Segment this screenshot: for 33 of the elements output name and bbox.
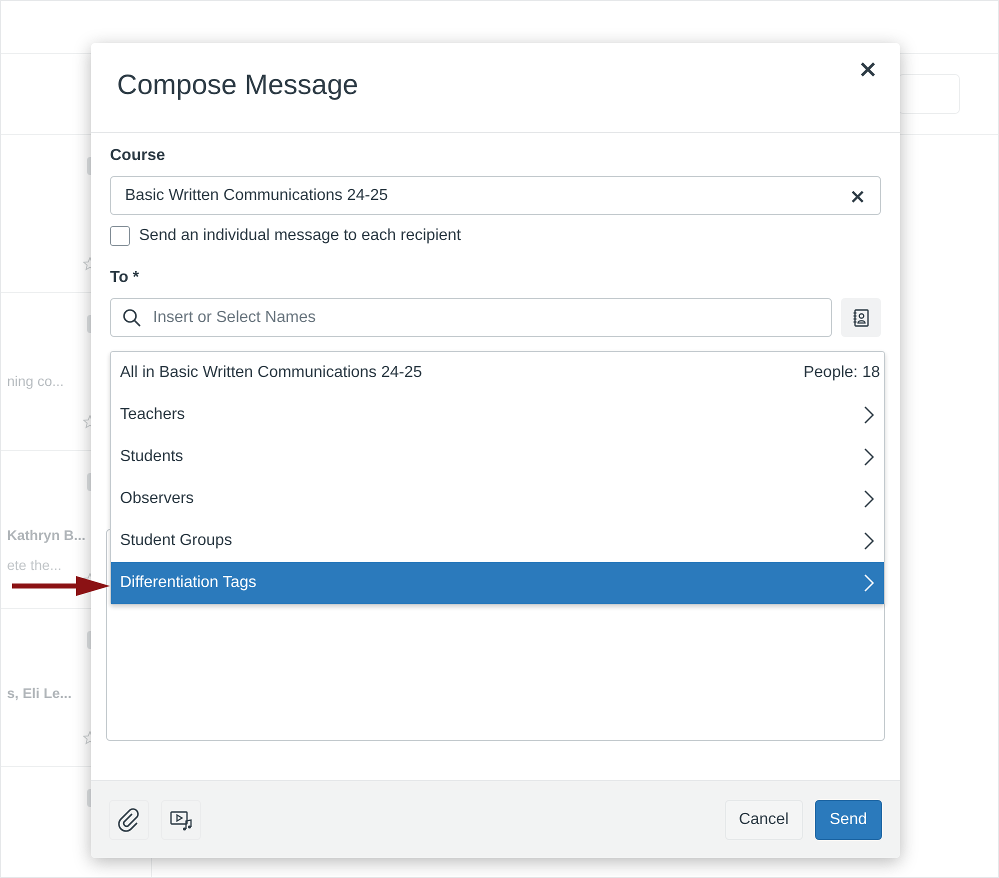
message-sender: Kathryn B... (7, 527, 86, 543)
address-book-icon (851, 308, 871, 328)
menu-item[interactable]: Student Groups (111, 520, 884, 562)
close-button[interactable]: × (854, 54, 882, 82)
media-button[interactable] (161, 800, 201, 840)
message-preview: ete the... (7, 557, 62, 573)
field-value: Basic Written Communications 24-25 (125, 186, 388, 204)
menu-item[interactable]: Teachers (111, 394, 884, 436)
chevron-icon (864, 490, 874, 508)
chevron-icon (864, 448, 874, 466)
message-sender: s, Eli Le... (7, 685, 72, 701)
arrow-icon (12, 574, 110, 598)
chevron-icon (864, 406, 874, 424)
checkbox[interactable] (110, 226, 130, 246)
chevron-icon (864, 532, 874, 550)
chevron-icon (864, 574, 874, 592)
clear-button[interactable]: × (849, 184, 866, 208)
send-button[interactable]: Send (814, 800, 882, 840)
attach-button[interactable] (109, 800, 149, 840)
dialog-title: Compose Message (117, 68, 358, 100)
menu-item[interactable]: Students (111, 436, 884, 478)
field-label: To * (110, 269, 140, 288)
message-sender: ning co... (7, 373, 64, 389)
recipient-field[interactable]: Insert or Select Names (110, 298, 832, 337)
menu-item[interactable]: Differentiation Tags (111, 562, 884, 604)
menu-item[interactable]: All in Basic Written Communications 24-25 People: 18 (111, 352, 884, 394)
checkbox-label: Send an individual message to each recipient (139, 227, 461, 245)
field-label: Course (110, 147, 166, 166)
paperclip-icon (117, 808, 141, 832)
menu-item[interactable]: Observers (111, 478, 884, 520)
course-field[interactable]: Basic Written Communications 24-25 × (110, 176, 881, 215)
cancel-button[interactable]: Cancel (724, 800, 803, 840)
address-book-button[interactable] (841, 298, 881, 337)
